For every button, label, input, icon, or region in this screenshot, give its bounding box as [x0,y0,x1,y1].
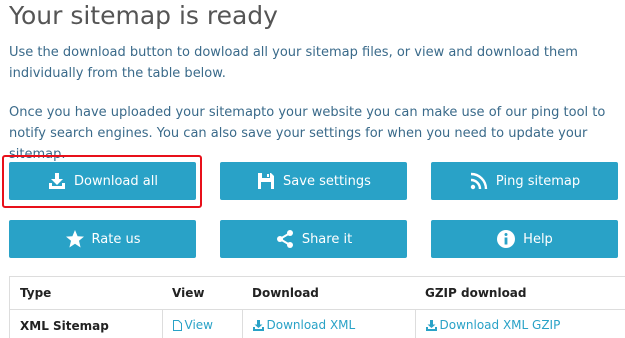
ping-sitemap-button[interactable]: Ping sitemap [431,162,618,200]
rss-icon [469,171,489,191]
download-xml-gzip-label: Download XML GZIP [439,318,561,333]
page-title: Your sitemap is ready [9,1,278,30]
column-header-gzip: GZIP download [415,277,625,310]
ping-sitemap-label: Ping sitemap [495,173,581,189]
help-label: Help [523,231,553,247]
column-header-download: Download [242,277,415,310]
table-row: XML Sitemap View Download XML Download X… [10,309,625,338]
rate-us-button[interactable]: Rate us [9,220,196,258]
gzip-cell: Download XML GZIP [414,309,625,338]
column-header-view: View [162,277,242,310]
rate-us-label: Rate us [91,231,141,247]
share-it-button[interactable]: Share it [220,220,407,258]
download-icon [252,319,264,331]
sitemap-ready-page: Your sitemap is ready Use the download b… [0,0,625,338]
sitemap-files-table: Type View Download GZIP download XML Sit… [9,276,625,338]
sitemap-type-cell: XML Sitemap [10,309,162,338]
download-xml-gzip-link[interactable]: Download XML GZIP [425,318,561,333]
view-cell: View [161,309,242,338]
share-it-label: Share it [301,231,353,247]
save-icon [256,171,276,191]
download-cell: Download XML [241,309,415,338]
file-icon [172,319,182,331]
download-all-button[interactable]: Download all [9,162,196,200]
view-link-label: View [184,318,213,333]
table-header-row: Type View Download GZIP download [10,277,625,310]
view-link[interactable]: View [172,318,213,333]
star-icon [65,229,85,249]
download-all-label: Download all [74,173,158,189]
help-button[interactable]: Help [431,220,618,258]
save-settings-label: Save settings [283,173,371,189]
download-icon [425,319,437,331]
share-icon [275,229,295,249]
save-settings-button[interactable]: Save settings [220,162,407,200]
download-icon [47,171,67,191]
column-header-type: Type [10,277,162,310]
info-icon [496,229,516,249]
intro-text: Use the download button to dowload all y… [9,45,578,81]
download-xml-link[interactable]: Download XML [252,318,356,333]
download-xml-label: Download XML [266,318,356,333]
